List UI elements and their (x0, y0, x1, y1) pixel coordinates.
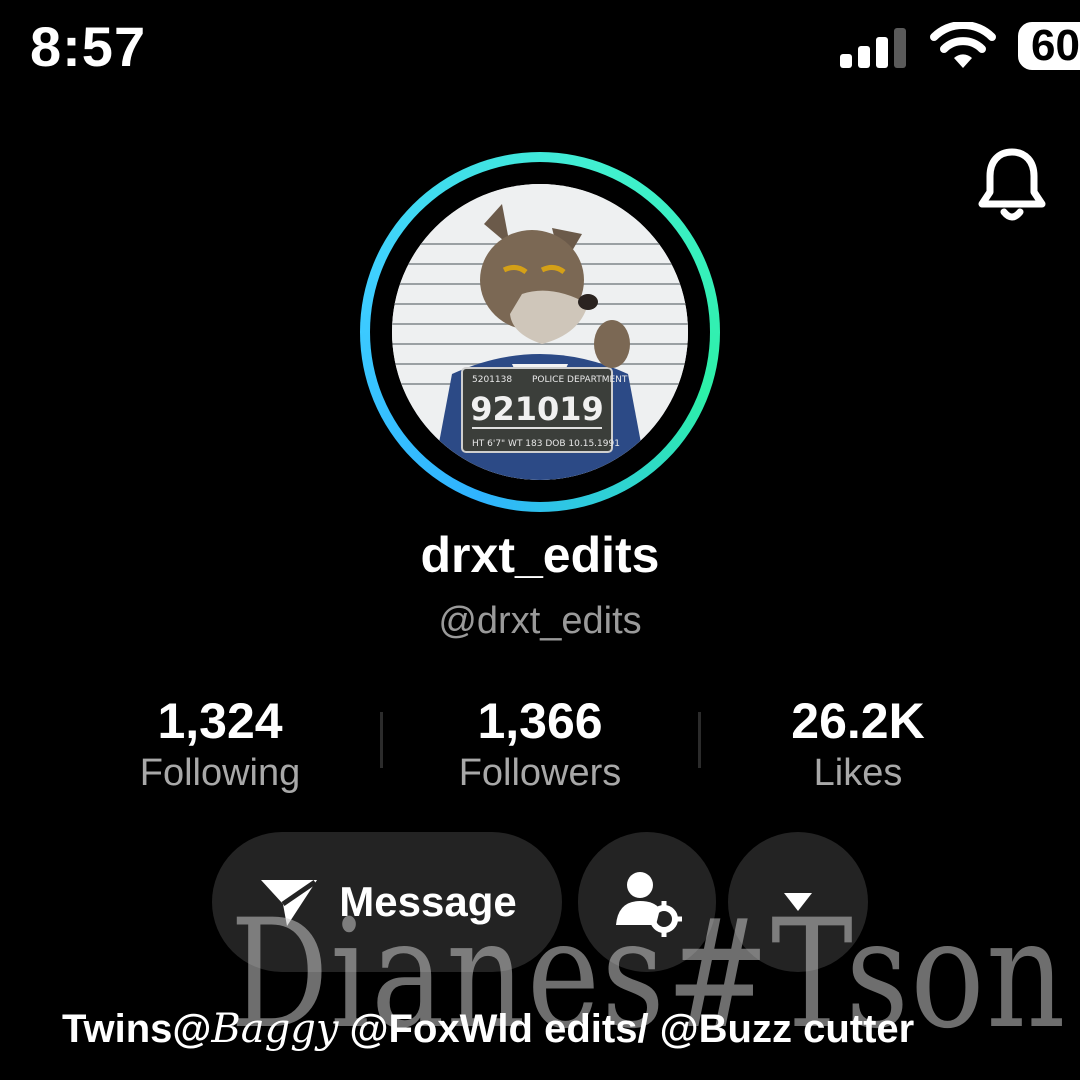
placard-header-right: POLICE DEPARTMENT (532, 375, 628, 385)
stat-followers-label: Followers (458, 752, 622, 794)
stat-divider (698, 712, 701, 768)
stat-likes-label: Likes (813, 752, 903, 794)
profile-display-name: drxt_edits (420, 527, 660, 583)
bio-text-b: @FoxWld edits/ @Buzz cutter (338, 1007, 915, 1051)
status-time: 8:57 (30, 15, 147, 78)
placard-header-left: 5201138 (472, 375, 512, 385)
bell-icon[interactable] (976, 146, 1048, 224)
avatar: 5201138 POLICE DEPARTMENT 921019 HT 6'7"… (392, 184, 688, 480)
avatar-wolf-mugshot-image: 5201138 POLICE DEPARTMENT 921019 HT 6'7"… (392, 184, 688, 480)
bio-text-script: Baggy (211, 1006, 339, 1052)
battery-level: 60 (1031, 22, 1080, 70)
stat-likes: 26.2K Likes (708, 694, 1008, 795)
cellular-signal-icon (840, 28, 906, 68)
battery-icon: 60 (1018, 22, 1080, 70)
profile-screen: 8:57 60 5201138 POLICE DEPARTMENT 921019… (0, 0, 1080, 1080)
placard-number: 921019 (470, 390, 604, 428)
bio-text-a: Twins@ (62, 1007, 212, 1051)
placard-footer: HT 6'7" WT 183 DOB 10.15.1991 (472, 439, 620, 449)
wifi-icon (930, 22, 996, 68)
profile-handle: @drxt_edits (438, 600, 642, 642)
stat-divider (380, 712, 383, 768)
stat-following[interactable]: 1,324 Following (70, 694, 370, 795)
stat-following-label: Following (139, 752, 301, 794)
stat-followers-value: 1,366 (477, 693, 603, 749)
stat-following-value: 1,324 (157, 693, 283, 749)
stat-likes-value: 26.2K (791, 693, 925, 749)
profile-bio: Twins@Baggy @FoxWld edits/ @Buzz cutter (62, 1006, 914, 1052)
avatar-story-ring[interactable]: 5201138 POLICE DEPARTMENT 921019 HT 6'7"… (360, 152, 720, 512)
stat-followers[interactable]: 1,366 Followers (390, 694, 690, 795)
